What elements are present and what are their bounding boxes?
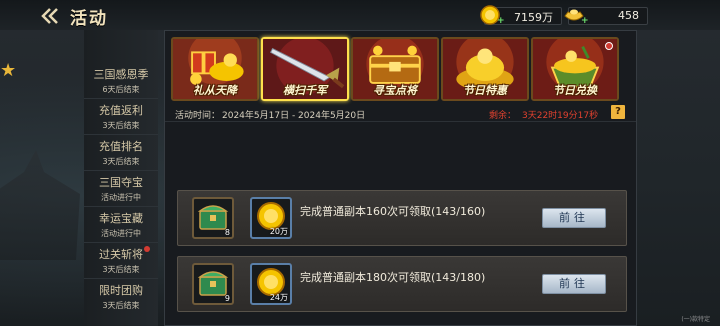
sidebar-item-lucky-treasure[interactable]: 幸运宝藏 活动进行中: [84, 207, 158, 243]
reward-quantity: 24万: [269, 293, 288, 302]
sidebar-item-title: 幸运宝藏: [99, 212, 143, 225]
tab-label: 节日特惠: [463, 84, 507, 97]
sidebar-item-title: 限时团购: [99, 284, 143, 297]
tab-label: 礼从天降: [193, 84, 237, 97]
sidebar-item-status: 活动进行中: [101, 229, 141, 238]
reward-slot-coin[interactable]: 20万: [250, 197, 292, 239]
tab-gift-from-sky[interactable]: 礼从天降: [171, 37, 259, 101]
back-arrow-icon: [41, 8, 58, 24]
sidebar-item-recharge-rank[interactable]: 充值排名 3天后结束: [84, 135, 158, 171]
event-time-value: 2024年5月17日 - 2024年5月20日: [222, 111, 366, 121]
reward-quantity: 8: [224, 228, 230, 237]
gold-resource[interactable]: + 7159万: [480, 5, 562, 26]
gold-value: 7159万: [514, 11, 553, 24]
sidebar-item-thanksgiving[interactable]: 三国感恩季 6天后结束: [84, 63, 158, 99]
sidebar-item-title: 充值返利: [99, 104, 143, 117]
sidebar-item-stage-clear[interactable]: 过关斩将 3天后结束: [84, 243, 158, 279]
help-button[interactable]: ?: [611, 105, 625, 119]
ingot-resource[interactable]: + 458: [564, 7, 648, 26]
ingot-value: 458: [618, 9, 639, 22]
reward-slot-coin[interactable]: 24万: [250, 263, 292, 305]
sidebar-item-group-buy[interactable]: 限时团购 3天后结束: [84, 279, 158, 315]
tab-label: 寻宝点将: [373, 84, 417, 97]
page-title: 活动: [70, 9, 108, 29]
event-time-label: 活动时间：: [175, 111, 221, 121]
sidebar-item-status: 3天后结束: [102, 157, 140, 166]
notification-dot: [605, 42, 613, 50]
reward-quantity: 20万: [269, 227, 288, 236]
divider: [165, 121, 636, 122]
top-bar: 活动 + 7159万 + 458: [0, 0, 720, 30]
task-card: 8 20万 完成普通副本160次可领取(143/160) 前往: [177, 190, 627, 246]
sidebar-item-title: 充值排名: [99, 140, 143, 153]
reward-slot-chest[interactable]: 8: [192, 197, 234, 239]
sidebar-item-treasure-grab[interactable]: 三国夺宝 活动进行中: [84, 171, 158, 207]
tab-label: 横扫千军: [283, 84, 327, 97]
remaining-label: 剩余：: [489, 111, 517, 121]
reward-slot-chest[interactable]: 9: [192, 263, 234, 305]
sidebar-item-status: 3天后结束: [102, 121, 140, 130]
tab-treasure-hunt[interactable]: 寻宝点将: [351, 37, 439, 101]
tab-festival-exchange[interactable]: 节日兑换: [531, 37, 619, 101]
reward-quantity: 9: [224, 294, 230, 303]
sidebar-item-status: 3天后结束: [102, 265, 140, 274]
star-icon: ★: [0, 60, 17, 81]
back-button[interactable]: [40, 6, 62, 26]
sidebar-item-status: 3天后结束: [102, 301, 140, 310]
sidebar-item-title: 三国夺宝: [99, 176, 143, 189]
tab-sweep-army[interactable]: 横扫千军: [261, 37, 349, 101]
go-button[interactable]: 前往: [542, 208, 606, 228]
task-card: 9 24万 完成普通副本180次可领取(143/180) 前往: [177, 256, 627, 312]
task-description: 完成普通副本160次可领取(143/160): [300, 205, 486, 218]
notification-dot: [144, 246, 150, 252]
task-description: 完成普通副本180次可领取(143/180): [300, 271, 486, 284]
add-icon[interactable]: +: [497, 16, 505, 26]
add-icon[interactable]: +: [581, 16, 589, 26]
sidebar-item-title: 三国感恩季: [93, 68, 149, 81]
event-sidebar: 三国感恩季 6天后结束 充值返利 3天后结束 充值排名 3天后结束 三国夺宝 活…: [84, 30, 158, 326]
go-button[interactable]: 前往: [542, 274, 606, 294]
tab-label: 节日兑换: [553, 84, 597, 97]
event-panel: 礼从天降 横扫千军 寻宝点将 节日特惠 节日兑换 活动时间： 2024年5月17…: [164, 30, 637, 326]
tab-festival-sale[interactable]: 节日特惠: [441, 37, 529, 101]
sidebar-item-recharge-rebate[interactable]: 充值返利 3天后结束: [84, 99, 158, 135]
sidebar-item-status: 6天后结束: [102, 85, 140, 94]
remaining-countdown: 3天22时19分17秒: [522, 111, 599, 121]
watermark: (一)款特定: [681, 316, 710, 323]
sidebar-item-status: 活动进行中: [101, 193, 141, 202]
